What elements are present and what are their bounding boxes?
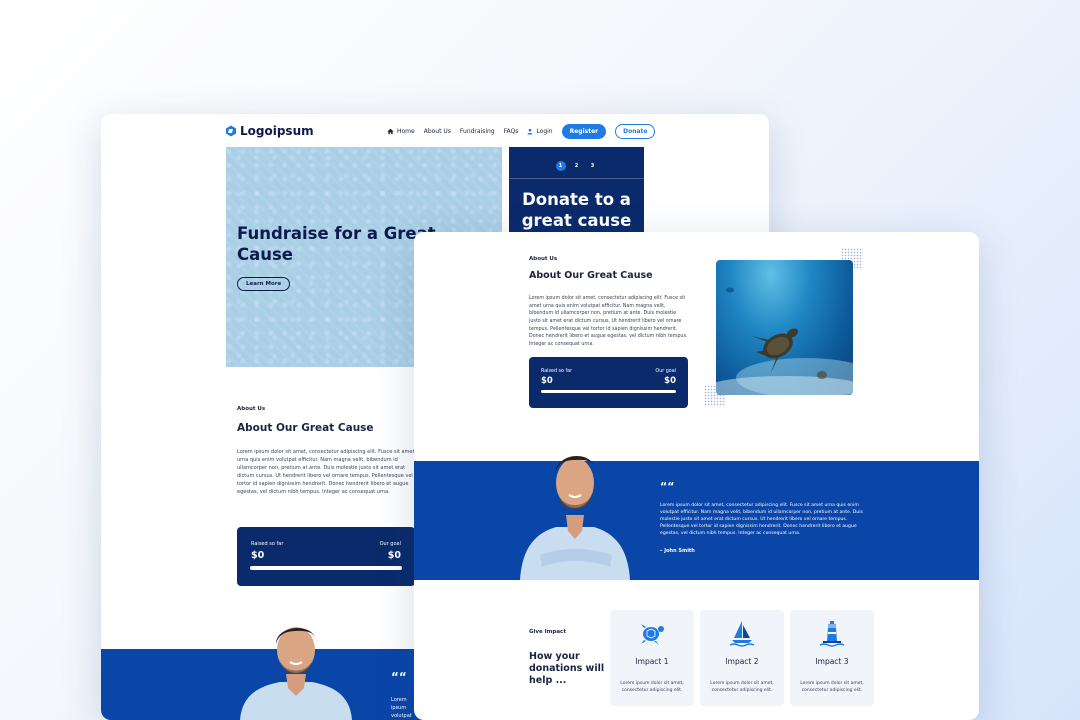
goal-label: Our goal	[655, 369, 676, 374]
raised-value: $0	[251, 550, 265, 561]
impact-desc-3: Lorem ipsum dolor sit amet, consectetur …	[800, 681, 864, 694]
progress-bar	[541, 390, 676, 393]
logo-icon	[225, 125, 237, 137]
impact-eyebrow: Give Impact	[529, 629, 566, 635]
front-page-window: About Us About Our Great Cause Lorem ips…	[414, 232, 979, 720]
nav-about-us[interactable]: About Us	[424, 128, 451, 135]
divider	[509, 178, 644, 179]
about-body: Lorem ipsum dolor sit amet, consectetur …	[237, 449, 415, 495]
about-heading: About Our Great Cause	[529, 270, 653, 281]
logo-text: Logoipsum	[240, 124, 314, 138]
impact-title-2: Impact 2	[725, 657, 759, 666]
impact-desc-2: Lorem ipsum dolor sit amet, consectetur …	[710, 681, 774, 694]
hero-title: Fundraise for a Great Cause	[237, 224, 436, 264]
logo[interactable]: Logoipsum	[225, 124, 314, 138]
sailboat-icon	[728, 619, 756, 647]
register-button[interactable]: Register	[561, 123, 607, 139]
turtle-icon	[638, 619, 666, 647]
person-photo	[520, 429, 630, 580]
slider-dot-1[interactable]: 1	[555, 161, 566, 171]
sea-turtle-image	[716, 260, 853, 395]
impact-card-2[interactable]: Impact 2 Lorem ipsum dolor sit amet, con…	[700, 610, 784, 706]
progress-bar	[250, 566, 402, 570]
impact-title-3: Impact 3	[815, 657, 849, 666]
goal-value: $0	[664, 376, 676, 386]
nav-login[interactable]: Login	[527, 127, 553, 135]
user-icon	[527, 128, 533, 134]
slider-dot-2[interactable]: 2	[572, 161, 582, 171]
raised-value: $0	[541, 376, 553, 386]
nav-home-label: Home	[397, 127, 415, 135]
donate-button[interactable]: Donate	[615, 123, 656, 139]
testimonial-author: – John Smith	[660, 547, 695, 554]
fundraising-progress-card: Raised so far Our goal $0 $0	[529, 357, 688, 408]
slider-dot-3[interactable]: 3	[588, 161, 598, 171]
top-navigation: Logoipsum Home About Us Fundraising FAQs…	[225, 122, 656, 140]
impact-title-1: Impact 1	[635, 657, 669, 666]
goal-label: Our goal	[379, 541, 401, 547]
goal-value: $0	[387, 550, 401, 561]
person-photo	[236, 612, 356, 720]
raised-label: Raised so far	[541, 369, 573, 374]
about-eyebrow: About Us	[529, 256, 558, 262]
testimonial-text: Lorem ipsum dolor sit amet, consectetur …	[660, 503, 863, 537]
about-body: Lorem ipsum dolor sit amet, consectetur …	[529, 296, 688, 348]
slider-pagination: 1 2 3	[509, 161, 644, 171]
lighthouse-icon	[818, 619, 846, 647]
nav-faqs[interactable]: FAQs	[504, 128, 519, 135]
nav-fundraising[interactable]: Fundraising	[460, 128, 495, 135]
testimonial: Lorem ipsum dolor sit amet, consectetur …	[660, 502, 870, 554]
fundraising-progress-card: Raised so far Our goal $0 $0	[237, 527, 415, 586]
impact-intro: Give Impact How your donations will help…	[529, 629, 609, 687]
impact-card-1[interactable]: Impact 1 Lorem ipsum dolor sit amet, con…	[610, 610, 694, 706]
home-icon	[387, 128, 394, 134]
nav-home[interactable]: Home	[387, 128, 415, 135]
about-section: About Us About Our Great Cause Lorem ips…	[529, 256, 699, 349]
raised-label: Raised so far	[251, 541, 284, 547]
learn-more-button[interactable]: Learn More	[237, 277, 291, 291]
impact-desc-1: Lorem ipsum dolor sit amet, consectetur …	[620, 681, 684, 694]
quote-icon: ““	[660, 480, 675, 493]
impact-card-3[interactable]: Impact 3 Lorem ipsum dolor sit amet, con…	[790, 610, 874, 706]
impact-cards: Impact 1 Lorem ipsum dolor sit amet, con…	[610, 610, 874, 706]
quote-icon: ““	[391, 670, 407, 684]
impact-heading: How your donations will help ...	[529, 651, 605, 687]
nav-login-label: Login	[536, 127, 553, 135]
nav-links: Home About Us Fundraising FAQs Login Reg…	[387, 122, 656, 140]
donate-panel-title: Donate to a great cause	[521, 190, 632, 230]
